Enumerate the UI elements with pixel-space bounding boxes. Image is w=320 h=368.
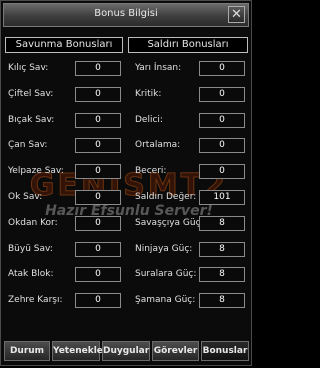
attack-stat-value: 0 xyxy=(199,87,245,102)
defense-stat-value: 0 xyxy=(75,190,121,205)
attack-bonuses-header: Saldırı Bonusları xyxy=(128,37,248,53)
attack-stat-value: 8 xyxy=(199,242,245,257)
defense-stat-label: Okdan Kor: xyxy=(8,218,58,228)
attack-stat-label: Şamana Güç: xyxy=(135,295,196,305)
attack-stat-value: 0 xyxy=(199,61,245,76)
tab-yetenekler[interactable]: Yetenekler xyxy=(52,341,107,361)
attack-stat-value: 8 xyxy=(199,267,245,282)
title-bar[interactable]: Bonus Bilgisi ✕ xyxy=(3,3,249,27)
attack-stat-label: Ortalama: xyxy=(135,140,181,150)
defense-stat-label: Büyü Sav: xyxy=(8,244,53,254)
window-title: Bonus Bilgisi xyxy=(94,8,158,19)
attack-stat-value: 8 xyxy=(199,293,245,308)
close-button[interactable]: ✕ xyxy=(228,6,245,23)
defense-stat-value: 0 xyxy=(75,293,121,308)
defense-stat-value: 0 xyxy=(75,87,121,102)
defense-stat-value: 0 xyxy=(75,61,121,76)
defense-stat-value: 0 xyxy=(75,138,121,153)
tab-durum[interactable]: Durum xyxy=(4,341,50,361)
defense-stat-value: 0 xyxy=(75,113,121,128)
defense-stat-label: Kılıç Sav: xyxy=(8,63,49,73)
attack-stat-label: Yarı İnsan: xyxy=(135,63,182,73)
defense-stat-label: Atak Blok: xyxy=(8,269,54,279)
attack-stat-label: Saldırı Değer: xyxy=(135,192,197,202)
attack-stat-label: Beceri: xyxy=(135,166,167,176)
attack-stat-value: 8 xyxy=(199,216,245,231)
defense-stat-value: 0 xyxy=(75,164,121,179)
tab-bar: Durum Yetenekler Duygular Görevler Bonuslar xyxy=(4,341,250,363)
bonus-info-window: Bonus Bilgisi ✕ Savunma Bonusları Saldır… xyxy=(0,0,252,366)
attack-stat-value: 0 xyxy=(199,113,245,128)
defense-stat-label: Çiftel Sav: xyxy=(8,89,54,99)
attack-stat-label: Ninjaya Güç: xyxy=(135,244,193,254)
defense-stat-label: Yelpaze Sav: xyxy=(8,166,64,176)
defense-stat-label: Bıçak Sav: xyxy=(8,115,55,125)
defense-stat-label: Ok Sav: xyxy=(8,192,43,202)
attack-stat-value: 101 xyxy=(199,190,245,205)
defense-stat-label: Zehre Karşı: xyxy=(8,295,63,305)
defense-stat-value: 0 xyxy=(75,216,121,231)
attack-stat-value: 0 xyxy=(199,164,245,179)
defense-bonuses-header: Savunma Bonusları xyxy=(5,37,123,53)
tab-g-revler[interactable]: Görevler xyxy=(152,341,199,361)
attack-stat-label: Savaşçıya Güç: xyxy=(135,218,204,228)
attack-stat-label: Delici: xyxy=(135,115,163,125)
logo-tagline: Hazır Efsunlu Server! xyxy=(45,203,213,219)
defense-stat-label: Çan Sav: xyxy=(8,140,48,150)
defense-stat-value: 0 xyxy=(75,267,121,282)
tab-bonuslar[interactable]: Bonuslar xyxy=(201,341,249,361)
close-icon: ✕ xyxy=(231,7,242,22)
tab-duygular[interactable]: Duygular xyxy=(102,341,150,361)
attack-stat-label: Kritik: xyxy=(135,89,162,99)
defense-stat-value: 0 xyxy=(75,242,121,257)
attack-stat-label: Suralara Güç: xyxy=(135,269,197,279)
attack-stat-value: 0 xyxy=(199,138,245,153)
